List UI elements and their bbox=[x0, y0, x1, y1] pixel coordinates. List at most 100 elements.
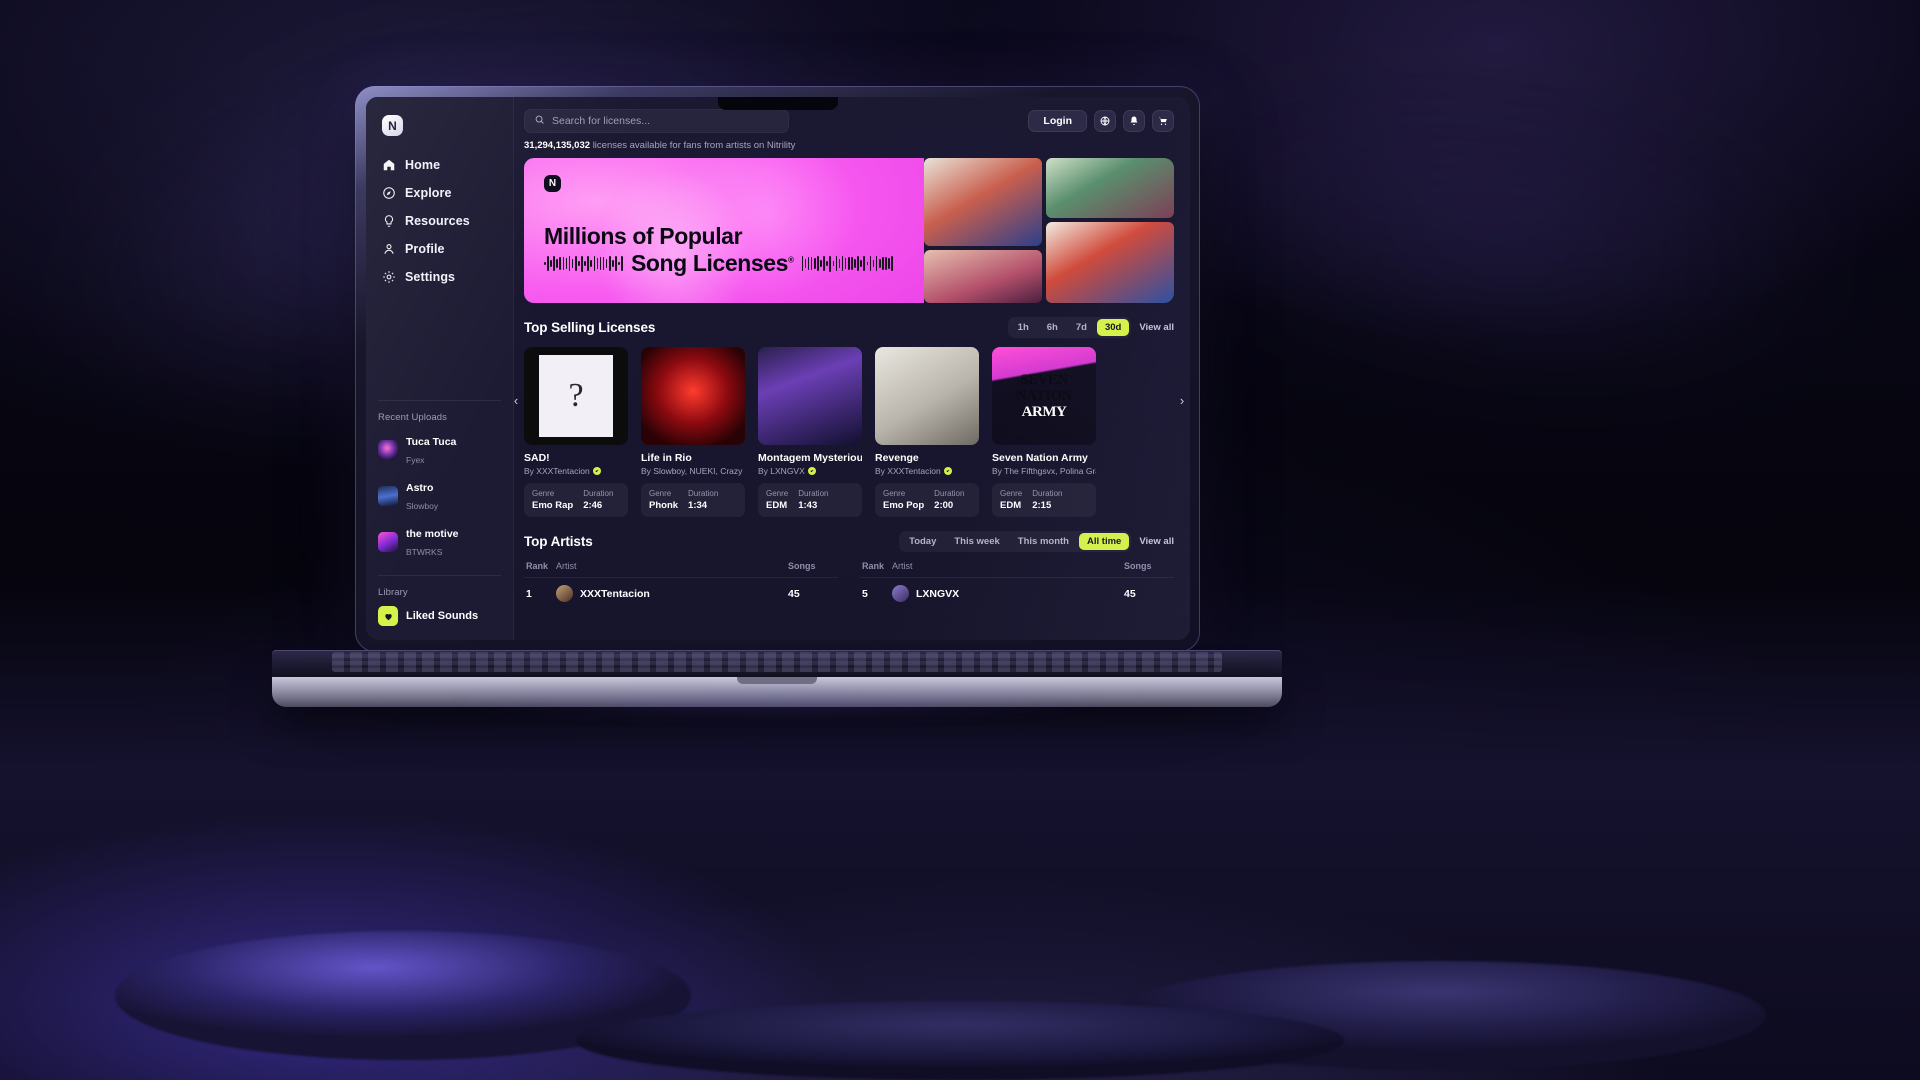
filter-30d[interactable]: 30d bbox=[1096, 319, 1130, 336]
card-genre: Genre EDM bbox=[766, 489, 788, 511]
filter-6h[interactable]: 6h bbox=[1039, 319, 1066, 336]
genre-label: Genre bbox=[649, 489, 672, 498]
duration-label: Duration bbox=[1032, 489, 1063, 498]
card-artist: By LXNGVX bbox=[758, 466, 862, 476]
laptop-base bbox=[272, 650, 1282, 720]
sidebar-item-resources[interactable]: Resources bbox=[376, 208, 503, 234]
duration-value: 1:43 bbox=[798, 500, 818, 511]
keyboard-deck bbox=[272, 650, 1282, 680]
search-icon bbox=[534, 112, 545, 130]
filter-all-time[interactable]: All time bbox=[1079, 533, 1130, 550]
topbar: Login bbox=[514, 97, 1190, 133]
hero-line-2-row: Song Licenses® bbox=[544, 250, 893, 277]
column-rank: Rank bbox=[526, 561, 549, 571]
verified-icon bbox=[592, 467, 601, 475]
genre-value: EDM bbox=[1000, 500, 1022, 511]
license-card[interactable]: SEVEN NATION ARMY Seven Nation Army By T… bbox=[992, 347, 1096, 517]
card-meta: Genre EDM Duration 2:15 bbox=[992, 483, 1096, 517]
recent-upload-item[interactable]: Tuca Tuca Fyex bbox=[366, 427, 513, 473]
brand[interactable]: N bbox=[366, 111, 513, 152]
genre-label: Genre bbox=[1000, 489, 1023, 498]
laptop-lid: N Home Explore Resources Profile Setting… bbox=[355, 86, 1200, 652]
top-selling-view-all[interactable]: View all bbox=[1139, 322, 1174, 333]
genre-value: Emo Rap bbox=[532, 500, 574, 511]
top-artists-view-all[interactable]: View all bbox=[1139, 536, 1174, 547]
avatar bbox=[556, 585, 573, 602]
license-card[interactable]: Revenge By XXXTentacion Genre Emo Pop Du… bbox=[875, 347, 979, 517]
sidebar-item-profile[interactable]: Profile bbox=[376, 236, 503, 262]
screen: N Home Explore Resources Profile Setting… bbox=[366, 97, 1190, 640]
sidebar-label-resources: Resources bbox=[405, 214, 470, 228]
under-glow bbox=[373, 700, 1181, 720]
sidebar-item-settings[interactable]: Settings bbox=[376, 264, 503, 290]
table-row[interactable]: 5 LXNGVX 45 bbox=[860, 578, 1174, 602]
table-row[interactable]: 1 XXXTentacion 45 bbox=[524, 578, 838, 602]
license-cards: ? SAD! By XXXTentacion Genre Emo Rap Dur… bbox=[524, 347, 1174, 517]
login-button[interactable]: Login bbox=[1028, 110, 1087, 132]
license-card[interactable]: Montagem Mysterious By LXNGVX Genre EDM … bbox=[758, 347, 862, 517]
card-meta: Genre EDM Duration 1:43 bbox=[758, 483, 862, 517]
content-scroll: N Millions of Popular Song Licenses® Top… bbox=[514, 158, 1190, 640]
top-artists-filters: Today This week This month All time bbox=[899, 531, 1132, 552]
hero-banner[interactable]: N Millions of Popular Song Licenses® bbox=[524, 158, 1174, 303]
album-art bbox=[641, 347, 745, 445]
album-art-thumbnail bbox=[378, 440, 398, 460]
card-genre: Genre EDM bbox=[1000, 489, 1022, 511]
top-artists-table-left: Rank Artist Songs 1 XXXTentacion 45 bbox=[524, 561, 838, 602]
filter-1h[interactable]: 1h bbox=[1010, 319, 1037, 336]
upload-artist: BTWRKS bbox=[406, 547, 443, 557]
bell-icon[interactable] bbox=[1123, 110, 1145, 132]
album-art: ? bbox=[524, 347, 628, 445]
top-artists-table-right: Rank Artist Songs 5 LXNGVX 45 bbox=[860, 561, 1174, 602]
duration-value: 2:46 bbox=[583, 500, 603, 511]
sidebar-nav: Home Explore Resources Profile Settings bbox=[366, 152, 513, 290]
filter-this-week[interactable]: This week bbox=[946, 533, 1007, 550]
verified-icon bbox=[943, 467, 952, 475]
upload-title: Tuca Tuca bbox=[406, 436, 457, 448]
genre-value: Emo Pop bbox=[883, 500, 925, 511]
row-artist: LXNGVX bbox=[892, 585, 1124, 602]
card-duration: Duration 2:46 bbox=[583, 489, 613, 511]
top-artists-title: Top Artists bbox=[524, 534, 593, 549]
album-art: SEVEN NATION ARMY bbox=[992, 347, 1096, 445]
search-input[interactable] bbox=[552, 115, 779, 127]
filter-today[interactable]: Today bbox=[901, 533, 944, 550]
license-counter-number: 31,294,135,032 bbox=[524, 140, 591, 151]
album-art bbox=[875, 347, 979, 445]
globe-icon[interactable] bbox=[1094, 110, 1116, 132]
filter-this-month[interactable]: This month bbox=[1010, 533, 1077, 550]
cart-icon[interactable] bbox=[1152, 110, 1174, 132]
carousel-next-icon[interactable]: › bbox=[1173, 391, 1190, 409]
upload-artist: Slowboy bbox=[406, 501, 439, 511]
laptop-lip bbox=[736, 677, 818, 684]
library-title: Library bbox=[378, 587, 408, 598]
card-artist: By XXXTentacion bbox=[524, 466, 628, 476]
row-songs: 45 bbox=[788, 587, 800, 600]
sidebar-item-home[interactable]: Home bbox=[376, 152, 503, 178]
sidebar-label-home: Home bbox=[405, 158, 441, 172]
card-genre: Genre Emo Rap bbox=[532, 489, 573, 511]
row-songs: 45 bbox=[1124, 587, 1136, 600]
row-rank: 1 bbox=[526, 587, 532, 600]
license-card[interactable]: Life in Rio By Slowboy, NUEKI, Crazy Man… bbox=[641, 347, 745, 517]
search-bar[interactable] bbox=[524, 109, 789, 133]
duration-label: Duration bbox=[688, 489, 719, 498]
recent-upload-item[interactable]: Astro Slowboy bbox=[366, 473, 513, 519]
genre-label: Genre bbox=[766, 489, 789, 498]
filter-7d[interactable]: 7d bbox=[1068, 319, 1095, 336]
screen-bezel: N Home Explore Resources Profile Setting… bbox=[366, 97, 1190, 640]
rock-center bbox=[576, 1000, 1344, 1080]
card-meta: Genre Phonk Duration 1:34 bbox=[641, 483, 745, 517]
sidebar-item-explore[interactable]: Explore bbox=[376, 180, 503, 206]
card-genre: Genre Emo Pop bbox=[883, 489, 924, 511]
license-card[interactable]: ? SAD! By XXXTentacion Genre Emo Rap Dur… bbox=[524, 347, 628, 517]
recent-upload-item[interactable]: the motive BTWRKS bbox=[366, 519, 513, 565]
art-word-1: SEVEN bbox=[1020, 371, 1068, 388]
top-selling-carousel: ‹ › ? SAD! By XXXTentacion Genre Emo Rap… bbox=[514, 347, 1184, 517]
sidebar-item-liked-sounds[interactable]: Liked Sounds bbox=[366, 602, 513, 640]
license-counter: 31,294,135,032 licenses available for fa… bbox=[514, 133, 1190, 158]
duration-label: Duration bbox=[583, 489, 614, 498]
hero-artwork-tiles bbox=[924, 158, 1174, 303]
hero-left-panel: N Millions of Popular Song Licenses® bbox=[524, 158, 976, 303]
library-section: Library bbox=[366, 576, 513, 602]
